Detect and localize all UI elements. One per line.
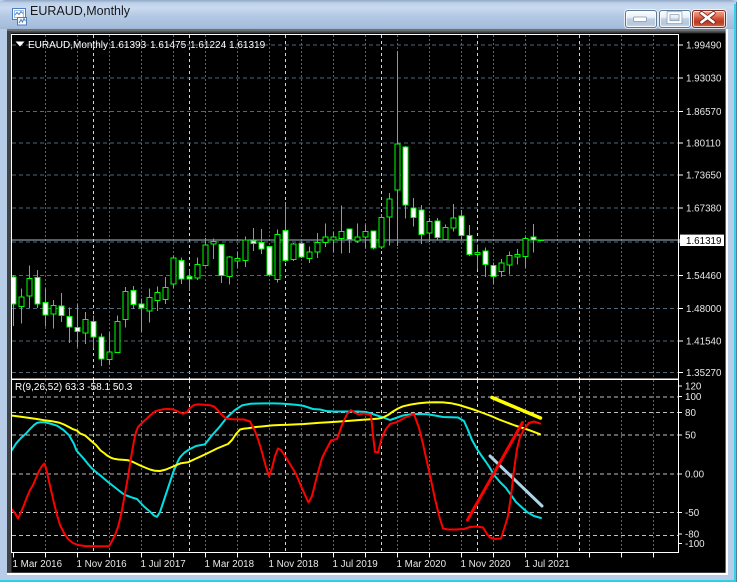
svg-text:1 Nov 2020: 1 Nov 2020 bbox=[461, 559, 512, 570]
svg-text:1.41540: 1.41540 bbox=[686, 337, 722, 348]
svg-text:1.80110: 1.80110 bbox=[686, 139, 721, 150]
svg-text:R(9,26,52) 63.3 -58.1 50.3: R(9,26,52) 63.3 -58.1 50.3 bbox=[15, 382, 133, 393]
svg-text:1 Jul 2021: 1 Jul 2021 bbox=[525, 559, 570, 570]
svg-text:EURAUD,Monthly: EURAUD,Monthly bbox=[28, 40, 108, 51]
svg-text:1.54460: 1.54460 bbox=[686, 271, 722, 282]
svg-text:100: 100 bbox=[685, 392, 702, 403]
svg-text:1.61224: 1.61224 bbox=[190, 40, 227, 51]
svg-text:1.93030: 1.93030 bbox=[686, 74, 722, 85]
svg-text:1 Jul 2019: 1 Jul 2019 bbox=[333, 559, 378, 570]
svg-text:0.00: 0.00 bbox=[685, 470, 705, 481]
svg-text:1.61319: 1.61319 bbox=[686, 236, 721, 247]
svg-text:1.67380: 1.67380 bbox=[686, 204, 722, 215]
svg-text:50: 50 bbox=[685, 431, 696, 442]
svg-text:-100: -100 bbox=[685, 539, 705, 550]
svg-text:1 Mar 2016: 1 Mar 2016 bbox=[13, 559, 63, 570]
svg-text:1.48000: 1.48000 bbox=[686, 304, 722, 315]
svg-text:1 Nov 2018: 1 Nov 2018 bbox=[269, 559, 320, 570]
svg-text:1.86570: 1.86570 bbox=[686, 107, 722, 118]
svg-text:80: 80 bbox=[685, 408, 696, 419]
svg-text:-50: -50 bbox=[685, 508, 700, 519]
svg-text:1 Nov 2016: 1 Nov 2016 bbox=[77, 559, 128, 570]
svg-text:1 Mar 2018: 1 Mar 2018 bbox=[205, 559, 255, 570]
svg-text:1.61393: 1.61393 bbox=[110, 40, 147, 51]
svg-text:1.99490: 1.99490 bbox=[686, 40, 722, 51]
svg-text:120: 120 bbox=[685, 382, 702, 393]
svg-text:1.61475: 1.61475 bbox=[150, 40, 187, 51]
svg-text:1.35270: 1.35270 bbox=[686, 368, 722, 379]
svg-text:1 Jul 2017: 1 Jul 2017 bbox=[141, 559, 186, 570]
svg-text:1.61319: 1.61319 bbox=[229, 40, 266, 51]
svg-text:1 Mar 2020: 1 Mar 2020 bbox=[397, 559, 447, 570]
svg-text:1.73650: 1.73650 bbox=[686, 171, 722, 182]
